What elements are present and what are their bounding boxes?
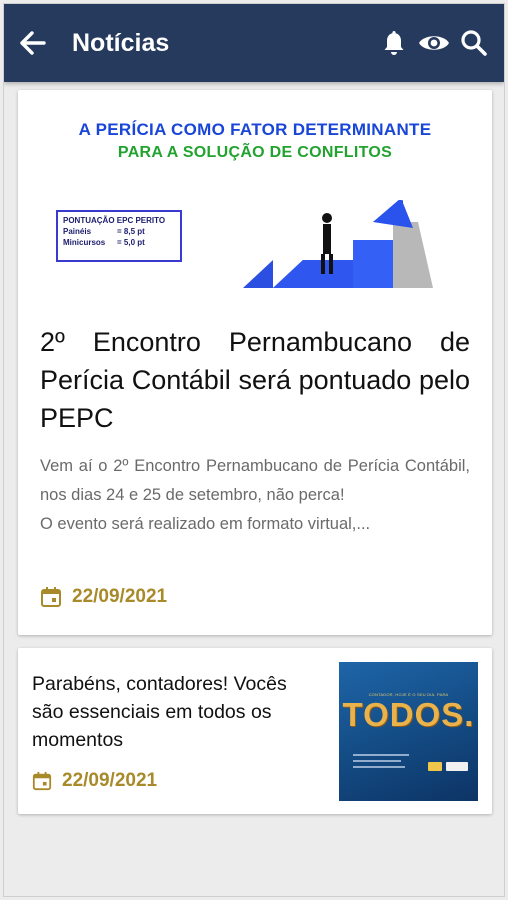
banner-box-row2-label: Minicursos [63,238,106,247]
thumb-logo [446,762,468,771]
news-date-text: 22/09/2021 [72,586,168,607]
stairs-arrow-graphic [243,200,433,288]
banner-box-row1-value: = 8,5 pt [117,227,145,236]
thumb-headline: TODOS. [342,696,475,733]
banner-line-1: A PERÍCIA COMO FATOR DETERMINANTE [78,120,432,139]
calendar-icon [41,587,61,607]
news-title[interactable]: Parabéns, contadores! Vocês são essencia… [32,670,322,754]
news-excerpt-p1: Vem aí o 2º Encontro Pernambucano de Per… [40,457,470,504]
news-card[interactable]: Parabéns, contadores! Vocês são essencia… [18,648,492,814]
news-date-text: 22/09/2021 [62,770,158,791]
thumb-text-line [353,766,405,768]
app-bar: Notícias [4,4,504,82]
news-thumbnail[interactable]: CONTADOR, HOJE É O SEU DIA. PARA TODOS. [339,662,478,801]
news-banner-image: A PERÍCIA COMO FATOR DETERMINANTE PARA A… [18,90,492,290]
banner-score-box: PONTUAÇÃO EPC PERITO Painéis = 8,5 pt Min… [56,210,182,262]
bell-icon[interactable] [376,25,412,61]
news-date: 22/09/2021 [40,586,167,608]
banner-line-2: PARA A SOLUÇÃO DE CONFLITOS [117,144,393,161]
thumb-logo [428,762,442,771]
banner-box-title: PONTUAÇÃO EPC PERITO [63,216,166,225]
eye-icon[interactable] [416,25,452,61]
back-arrow-icon[interactable] [18,28,48,58]
banner-box-row2-value: = 5,0 pt [117,238,145,247]
page-title: Notícias [72,28,170,57]
screen: Notícias A PERÍCIA COMO FATOR DETERMINAN… [3,3,505,897]
thumb-text-line [353,754,409,756]
thumb-text-line [353,760,401,762]
calendar-icon [32,771,52,791]
banner-box-row1-label: Painéis [63,227,92,236]
news-title[interactable]: 2º Encontro Pernambucano de Perícia Cont… [40,323,470,437]
news-excerpt: Vem aí o 2º Encontro Pernambucano de Per… [40,452,470,539]
search-icon[interactable] [456,25,492,61]
news-excerpt-p2: O evento será realizado em formato virtu… [40,515,371,533]
news-date: 22/09/2021 [32,770,157,792]
news-card[interactable]: A PERÍCIA COMO FATOR DETERMINANTE PARA A… [18,90,492,635]
